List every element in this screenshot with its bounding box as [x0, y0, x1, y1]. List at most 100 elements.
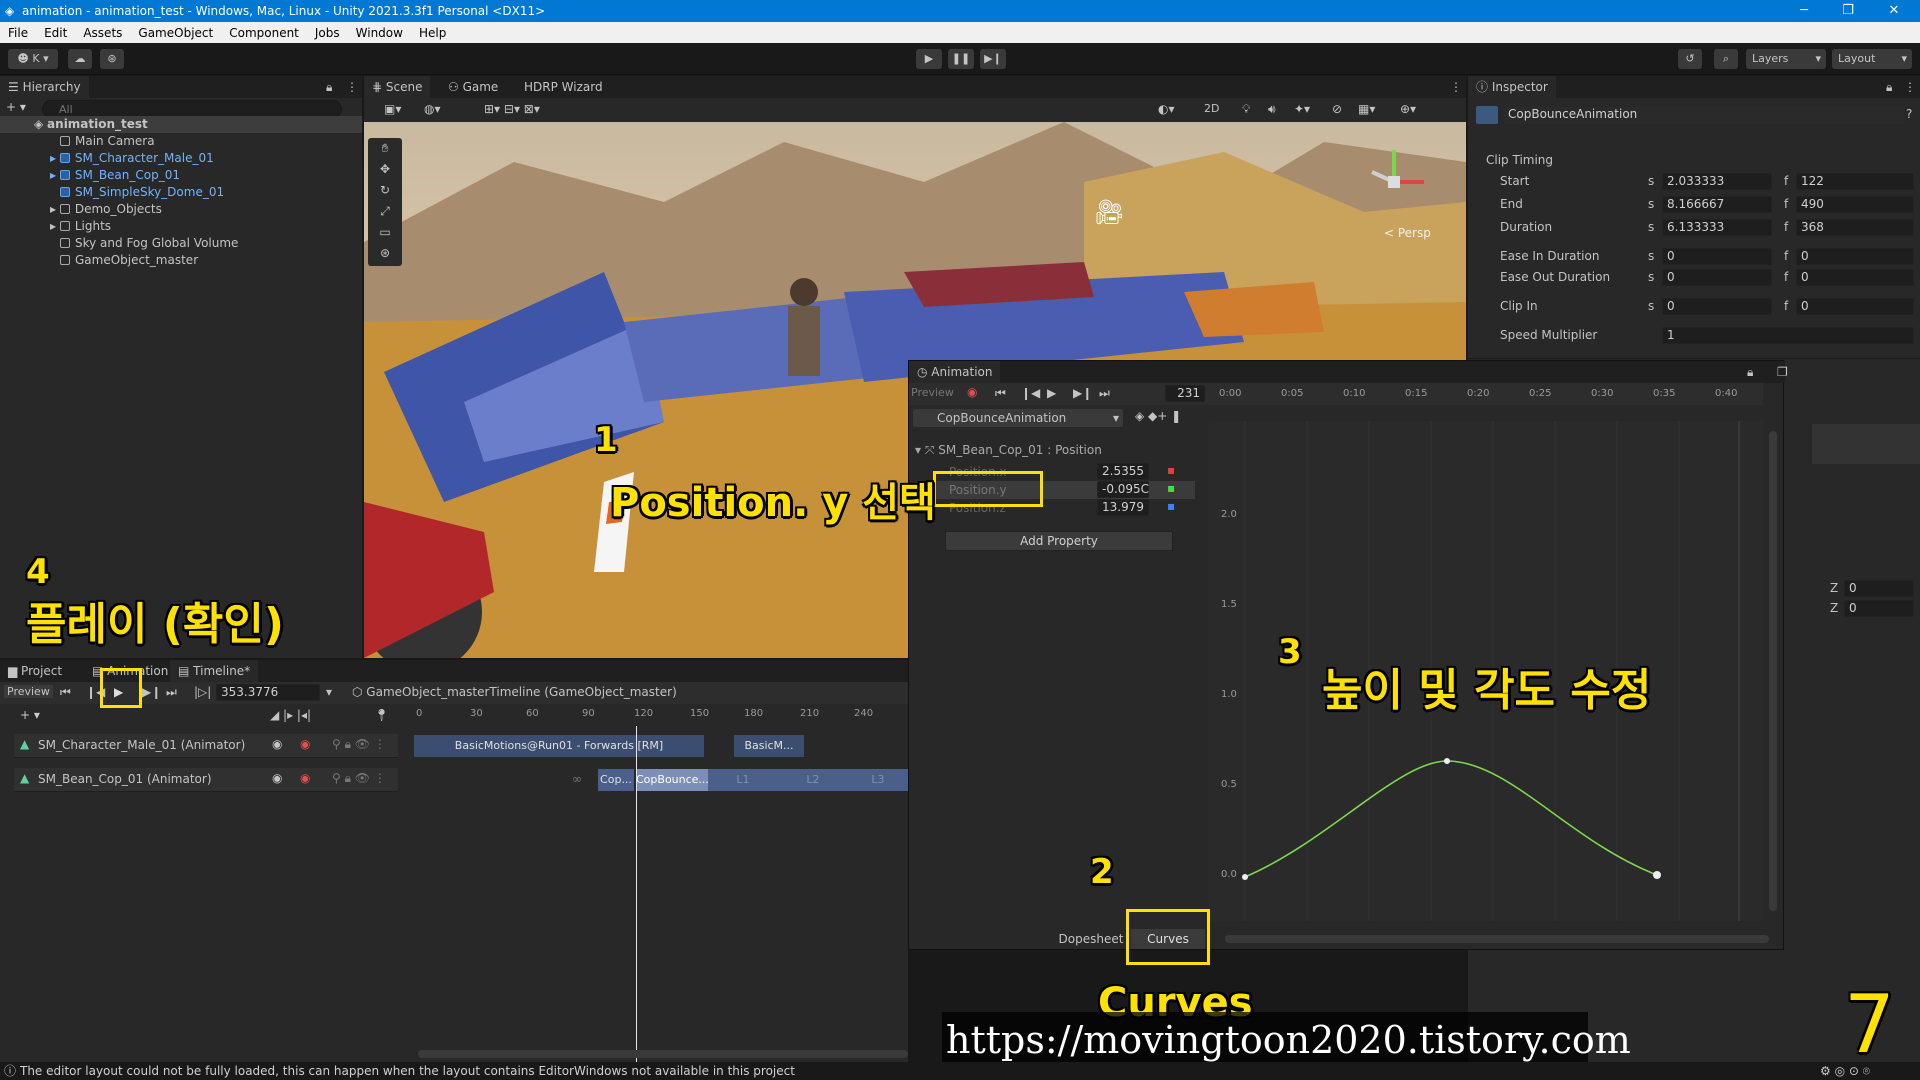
- speed-multiplier-field[interactable]: 1: [1662, 327, 1914, 344]
- ease-in-seconds-field[interactable]: 0: [1662, 248, 1772, 265]
- lock-icon[interactable]: 🔒︎: [1747, 361, 1753, 383]
- go-last-icon[interactable]: ⏭︎: [1099, 386, 1110, 401]
- record-icon[interactable]: ◉: [300, 737, 310, 751]
- layers-dropdown[interactable]: Layers ▾: [1746, 49, 1826, 69]
- target-icon[interactable]: ◉: [272, 771, 282, 785]
- timeline-ruler[interactable]: 0 30 60 90 120 150 180 210 240: [408, 704, 908, 726]
- layout-dropdown[interactable]: Layout ▾: [1832, 49, 1912, 69]
- range-icon[interactable]: |▷|: [194, 685, 211, 699]
- tree-item-sky-dome[interactable]: SM_SimpleSky_Dome_01: [60, 184, 224, 201]
- menu-jobs[interactable]: Jobs: [307, 26, 348, 40]
- tab-hdrp-wizard[interactable]: HDRP Wizard: [516, 76, 611, 98]
- z-field-2[interactable]: 0: [1844, 600, 1914, 617]
- track-options-icon[interactable]: ⚲ 🔒︎ 👁︎ ⋮: [332, 771, 386, 786]
- track-options-icon[interactable]: ⚲ 🔒︎ 👁︎ ⋮: [332, 737, 386, 752]
- status-icons[interactable]: ⚙ ◎ ⊙ ⌾: [1820, 1062, 1870, 1080]
- duration-seconds-field[interactable]: 6.133333: [1662, 219, 1772, 236]
- position-y-value[interactable]: -0.095C: [1097, 481, 1149, 498]
- record-icon[interactable]: ◉: [967, 385, 977, 399]
- start-seconds-field[interactable]: 2.033333: [1662, 173, 1772, 190]
- menu-assets[interactable]: Assets: [75, 26, 130, 40]
- timeline-zoom-icons[interactable]: ◢ |▸ |◂|: [270, 708, 311, 722]
- more-icon[interactable]: ⋮: [1450, 76, 1462, 98]
- go-first-icon[interactable]: ⏮︎: [60, 685, 71, 700]
- clip-in-seconds-field[interactable]: 0: [1662, 298, 1772, 315]
- ease-in-frames-field[interactable]: 0: [1796, 248, 1914, 265]
- add-property-button[interactable]: Add Property: [945, 531, 1173, 551]
- move-tool-icon[interactable]: ✥: [368, 159, 402, 180]
- toggle-2d-button[interactable]: 2D: [1204, 102, 1219, 115]
- play-button[interactable]: ▶: [916, 49, 942, 69]
- tree-item-demo-objects[interactable]: ▸ Demo_Objects: [50, 201, 162, 218]
- timeline-playhead[interactable]: [636, 726, 637, 1062]
- lock-icon[interactable]: 🔒︎: [1886, 76, 1892, 98]
- add-keyframe-icon[interactable]: ◈ ◆+ ❚: [1135, 409, 1181, 423]
- history-button[interactable]: ↺: [1678, 49, 1702, 69]
- tab-game[interactable]: ⚇ Game: [440, 76, 506, 98]
- property-group[interactable]: ▾ ⤧ SM_Bean_Cop_01 : Position: [915, 443, 1102, 458]
- pin-icon[interactable]: 📍︎: [374, 708, 389, 722]
- transform-tool-icon[interactable]: ⊛: [368, 243, 402, 264]
- cloud-button[interactable]: ☁: [68, 49, 92, 69]
- curve-scrollbar-h[interactable]: [1225, 935, 1769, 943]
- tree-item-character-male[interactable]: ▸ SM_Character_Male_01: [50, 150, 214, 167]
- effects-icon[interactable]: ✦▾: [1294, 102, 1310, 116]
- tab-animation-window[interactable]: ◷ Animation: [909, 361, 1001, 383]
- timeline-add-button[interactable]: + ▾: [20, 708, 40, 722]
- next-frame-icon[interactable]: ▶❙: [142, 685, 161, 699]
- tree-item-lights[interactable]: ▸ Lights: [50, 218, 111, 235]
- shading-icon[interactable]: ◐▾: [1158, 102, 1175, 116]
- menu-gameobject[interactable]: GameObject: [130, 26, 221, 40]
- position-z-value[interactable]: 13.979: [1097, 499, 1149, 516]
- z-field-1[interactable]: 0: [1844, 580, 1914, 597]
- track-bean-cop[interactable]: ▲ SM_Bean_Cop_01 (Animator) ◉ ◉ ⚲ 🔒︎ 👁︎ …: [14, 768, 398, 792]
- tab-timeline[interactable]: ▤ Timeline*: [170, 660, 259, 682]
- clip-cop[interactable]: Cop...: [598, 769, 634, 791]
- curve-ruler[interactable]: 0:00 0:05 0:10 0:15 0:20 0:25 0:30 0:35 …: [1209, 383, 1763, 405]
- gizmos-icon[interactable]: ⊕▾: [1400, 102, 1416, 116]
- start-frames-field[interactable]: 122: [1796, 173, 1914, 190]
- menu-file[interactable]: File: [0, 26, 36, 40]
- help-icon[interactable]: ?: [1906, 107, 1912, 121]
- step-button[interactable]: ▶❙: [980, 49, 1006, 69]
- hand-tool-icon[interactable]: ✋︎: [368, 138, 402, 159]
- menu-window[interactable]: Window: [348, 26, 411, 40]
- scene-root-row[interactable]: ◈ animation_test: [0, 116, 362, 133]
- tab-scene[interactable]: ⋕ Scene: [364, 76, 431, 98]
- minimize-button[interactable]: ─: [1782, 0, 1826, 22]
- audio-icon[interactable]: 🔊︎: [1268, 102, 1276, 117]
- close-button[interactable]: ✕: [1872, 0, 1916, 22]
- tab-inspector[interactable]: ⓘ Inspector: [1468, 76, 1556, 98]
- ease-out-frames-field[interactable]: 0: [1796, 269, 1914, 286]
- duration-frames-field[interactable]: 368: [1796, 219, 1914, 236]
- prev-key-icon[interactable]: ❙◀: [1021, 386, 1040, 400]
- timeline-time-field[interactable]: 353.3776: [216, 684, 320, 701]
- perspective-label[interactable]: < Persp: [1384, 226, 1431, 240]
- visibility-icon[interactable]: ⊘: [1332, 102, 1342, 116]
- curve-scrollbar-v[interactable]: [1769, 431, 1777, 911]
- tree-item-gameobject-master[interactable]: GameObject_master: [60, 252, 198, 269]
- restore-button[interactable]: ❐: [1826, 0, 1870, 22]
- snap-icon[interactable]: ⊞▾ ⊟▾ ⊠▾: [484, 102, 540, 116]
- lighting-icon[interactable]: 💡︎: [1242, 102, 1250, 117]
- clip-basic-motions[interactable]: BasicM...: [734, 735, 804, 757]
- position-x-value[interactable]: 2.5355: [1097, 463, 1149, 480]
- target-icon[interactable]: ◉: [272, 737, 282, 751]
- orientation-gizmo[interactable]: [1354, 142, 1434, 222]
- collab-button[interactable]: ⊛: [100, 49, 124, 69]
- dopesheet-tab[interactable]: Dopesheet: [1055, 929, 1127, 949]
- tree-item-sky-fog[interactable]: Sky and Fog Global Volume: [60, 235, 238, 252]
- tab-project[interactable]: ▆ Project: [0, 660, 70, 682]
- chevron-down-icon[interactable]: ▾: [326, 685, 332, 699]
- end-seconds-field[interactable]: 8.166667: [1662, 196, 1772, 213]
- clip-selector[interactable]: CopBounceAnimation ▾: [913, 409, 1123, 427]
- search-button[interactable]: ⌕: [1714, 49, 1738, 69]
- clip-cop-bounce[interactable]: CopBounce...: [636, 769, 708, 791]
- record-icon[interactable]: ◉: [300, 771, 310, 785]
- object-name-field[interactable]: CopBounceAnimation: [1504, 107, 1904, 124]
- menu-edit[interactable]: Edit: [36, 26, 75, 40]
- tree-item-main-camera[interactable]: Main Camera: [60, 133, 155, 150]
- more-icon[interactable]: ⋮: [1904, 76, 1916, 98]
- timeline-director-label[interactable]: ⬡ GameObject_masterTimeline (GameObject_…: [352, 685, 677, 699]
- next-key-icon[interactable]: ▶❙: [1073, 386, 1092, 400]
